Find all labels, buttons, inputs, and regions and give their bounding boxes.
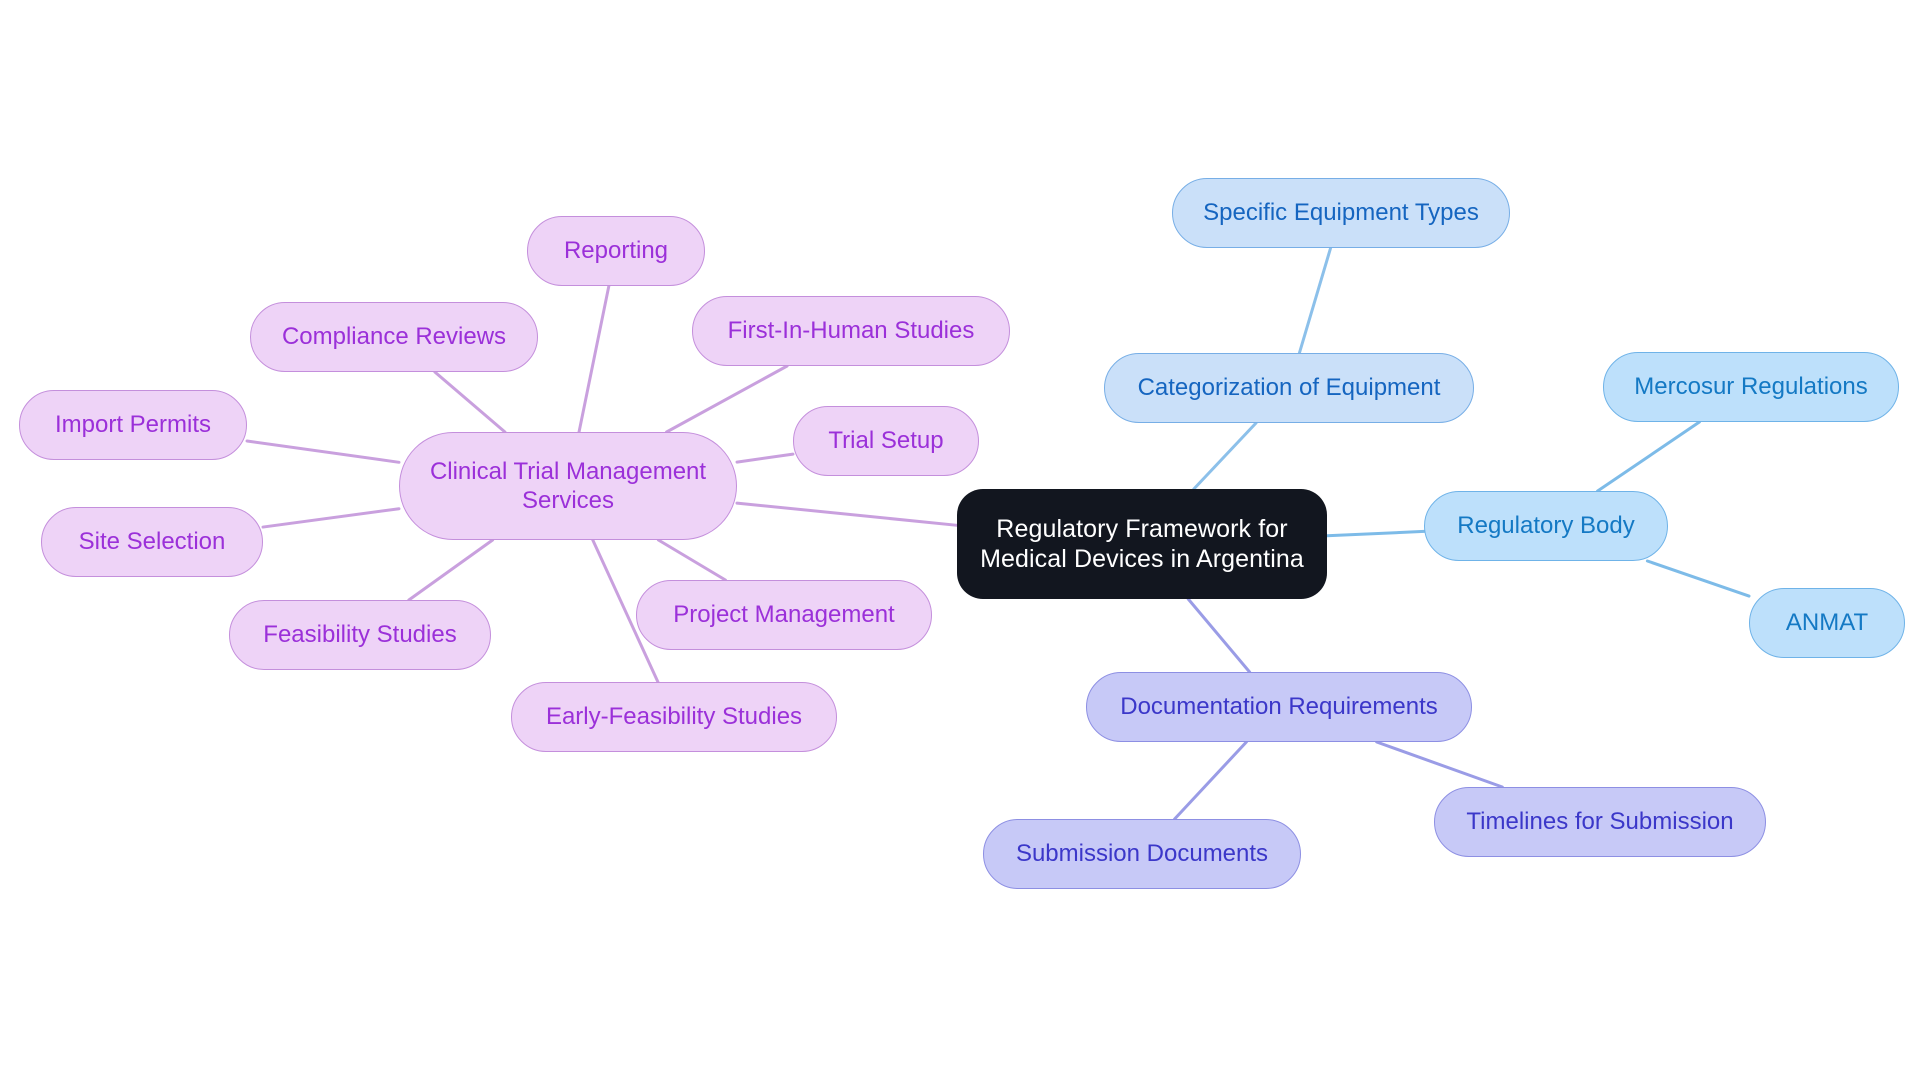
mindmap-edge <box>1375 740 1504 789</box>
mindmap-leaf-import-permits[interactable]: Import Permits <box>19 390 247 460</box>
mindmap-edge <box>735 501 959 527</box>
mindmap-leaf-submission-documents[interactable]: Submission Documents <box>983 819 1301 889</box>
mindmap-leaf-mercosur-regulations[interactable]: Mercosur Regulations <box>1603 352 1899 422</box>
node-label: Specific Equipment Types <box>1203 199 1479 227</box>
mindmap-edge <box>1173 740 1248 821</box>
mindmap-branch-regulatory-body[interactable]: Regulatory Body <box>1424 491 1668 561</box>
node-label: Timelines for Submission <box>1466 808 1734 836</box>
mindmap-branch-categorization-of-equipment[interactable]: Categorization of Equipment <box>1104 353 1474 423</box>
mindmap-edge <box>433 370 507 434</box>
node-label: Clinical Trial Management Services <box>429 457 707 514</box>
mindmap-edge <box>407 538 495 602</box>
node-label: Feasibility Studies <box>263 621 457 649</box>
mindmap-leaf-compliance-reviews[interactable]: Compliance Reviews <box>250 302 538 372</box>
mindmap-leaf-feasibility-studies[interactable]: Feasibility Studies <box>229 600 491 670</box>
mindmap-edge <box>1645 559 1751 598</box>
mindmap-edge <box>1297 246 1333 355</box>
mindmap-edge <box>735 452 795 464</box>
mindmap-branch-documentation-requirements[interactable]: Documentation Requirements <box>1086 672 1472 742</box>
mindmap-edge <box>1186 597 1252 674</box>
node-label: Import Permits <box>54 411 212 439</box>
node-label: Regulatory Body <box>1457 512 1635 540</box>
node-label: Compliance Reviews <box>281 323 507 351</box>
node-label: Site Selection <box>78 528 226 556</box>
mindmap-edge <box>261 507 401 529</box>
mindmap-root-node[interactable]: Regulatory Framework for Medical Devices… <box>957 489 1327 599</box>
node-label: Trial Setup <box>828 427 944 455</box>
node-label: Regulatory Framework for Medical Devices… <box>980 514 1304 574</box>
mindmap-edge <box>245 439 401 464</box>
mindmap-edge <box>1596 420 1701 493</box>
node-label: Project Management <box>673 601 895 629</box>
mindmap-leaf-early-feasibility-studies[interactable]: Early-Feasibility Studies <box>511 682 837 752</box>
mindmap-leaf-reporting[interactable]: Reporting <box>527 216 705 286</box>
node-label: First-In-Human Studies <box>727 317 975 345</box>
node-label: Submission Documents <box>1015 840 1269 868</box>
mindmap-canvas: Regulatory Framework for Medical Devices… <box>0 0 1920 1083</box>
mindmap-leaf-anmat[interactable]: ANMAT <box>1749 588 1905 658</box>
mindmap-leaf-trial-setup[interactable]: Trial Setup <box>793 406 979 476</box>
node-label: Reporting <box>563 237 669 265</box>
mindmap-edge <box>1325 529 1426 538</box>
mindmap-leaf-site-selection[interactable]: Site Selection <box>41 507 263 577</box>
mindmap-edge <box>577 284 611 434</box>
mindmap-branch-clinical-trial-management-services[interactable]: Clinical Trial Management Services <box>399 432 737 540</box>
mindmap-leaf-project-management[interactable]: Project Management <box>636 580 932 650</box>
node-label: ANMAT <box>1785 609 1869 637</box>
node-label: Early-Feasibility Studies <box>545 703 803 731</box>
mindmap-edge <box>665 364 789 434</box>
mindmap-edge <box>656 538 727 582</box>
mindmap-leaf-specific-equipment-types[interactable]: Specific Equipment Types <box>1172 178 1510 248</box>
mindmap-leaf-first-in-human-studies[interactable]: First-In-Human Studies <box>692 296 1010 366</box>
node-label: Categorization of Equipment <box>1137 374 1441 402</box>
node-label: Documentation Requirements <box>1120 693 1438 721</box>
node-label: Mercosur Regulations <box>1634 373 1868 401</box>
mindmap-edge <box>1192 421 1258 491</box>
mindmap-leaf-timelines-for-submission[interactable]: Timelines for Submission <box>1434 787 1766 857</box>
